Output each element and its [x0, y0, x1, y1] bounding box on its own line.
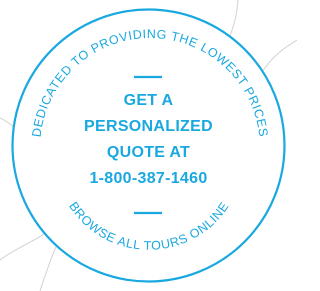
badge-line-get-a: GET A: [124, 92, 174, 109]
badge-line-quote-at: QUOTE AT: [107, 144, 190, 161]
map-line-river: [261, 39, 297, 73]
quote-badge: DEDICATED TO PROVIDING THE LOWEST PRICES…: [0, 0, 297, 291]
badge-phone-number[interactable]: 1-800-387-1460: [89, 170, 207, 187]
badge-line-personalized: PERSONALIZED: [84, 118, 213, 135]
